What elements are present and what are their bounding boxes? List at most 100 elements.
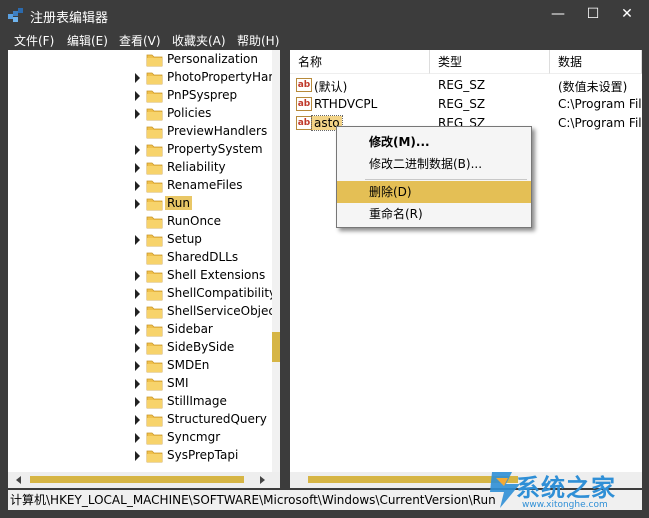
folder-icon (146, 360, 163, 373)
tree-item[interactable]: SharedDLLs (8, 249, 280, 267)
value-name: (默认) (314, 80, 348, 94)
minimize-button[interactable]: — (543, 2, 573, 26)
expand-arrow-icon[interactable] (135, 415, 140, 425)
expand-arrow-icon[interactable] (135, 199, 140, 209)
expand-arrow-icon[interactable] (135, 109, 140, 119)
tree-item-label: Shell Extensions (167, 268, 266, 282)
tree-item[interactable]: ShellCompatibility (8, 285, 280, 303)
pane-splitter[interactable] (280, 50, 290, 488)
scroll-left-arrow-icon[interactable] (16, 476, 21, 484)
tree-item-label: Sidebar (167, 322, 213, 336)
tree-vertical-scrollbar[interactable] (272, 50, 280, 472)
expand-arrow-icon[interactable] (135, 163, 140, 173)
tree-item[interactable]: SMI (8, 375, 280, 393)
tree-item-label: RenameFiles (167, 178, 243, 192)
expand-arrow-icon[interactable] (135, 361, 140, 371)
regedit-app-icon (8, 8, 23, 22)
menu-edit[interactable]: 编辑(E) (67, 32, 108, 49)
tree-item[interactable]: RenameFiles (8, 177, 280, 195)
folder-icon (146, 144, 163, 157)
menu-help[interactable]: 帮助(H) (237, 32, 279, 49)
value-row[interactable]: ab (默认) REG_SZ (数值未设置) (290, 76, 642, 95)
context-rename[interactable]: 重命名(R) (337, 203, 531, 225)
close-button[interactable]: ✕ (612, 2, 642, 26)
string-value-icon: ab (296, 97, 312, 111)
menu-file[interactable]: 文件(F) (14, 32, 54, 49)
expand-arrow-icon[interactable] (135, 433, 140, 443)
context-modify[interactable]: 修改(M)... (337, 131, 531, 153)
expand-arrow-icon[interactable] (135, 73, 140, 83)
context-separator (365, 179, 527, 180)
tree-item-label: Reliability (167, 160, 226, 174)
column-header-data[interactable]: 数据 (550, 50, 642, 74)
tree-item[interactable]: Sidebar (8, 321, 280, 339)
tree-vertical-scroll-thumb[interactable] (272, 332, 280, 362)
expand-arrow-icon[interactable] (135, 289, 140, 299)
expand-arrow-icon[interactable] (135, 379, 140, 389)
tree-item-label: RunOnce (167, 214, 222, 228)
expand-arrow-icon[interactable] (135, 307, 140, 317)
registry-editor-window: 注册表编辑器 — ☐ ✕ 文件(F) 编辑(E) 查看(V) 收藏夹(A) 帮助… (0, 0, 649, 518)
tree-item[interactable]: Syncmgr (8, 429, 280, 447)
tree-item[interactable]: PhotoPropertyHan (8, 69, 280, 87)
expand-arrow-icon[interactable] (135, 235, 140, 245)
value-row[interactable]: abRTHDVCPL REG_SZ C:\Program Files (290, 95, 642, 114)
tree-item[interactable]: Setup (8, 231, 280, 249)
expand-arrow-icon[interactable] (135, 181, 140, 191)
expand-arrow-icon[interactable] (135, 343, 140, 353)
tree-item[interactable]: Reliability (8, 159, 280, 177)
folder-icon (146, 288, 163, 301)
tree-item-label: SysPrepTapi (167, 448, 239, 462)
scroll-right-arrow-icon[interactable] (260, 476, 265, 484)
tree-item-label: PreviewHandlers (167, 124, 268, 138)
tree-item-label: Syncmgr (167, 430, 221, 444)
tree-item-label: Policies (167, 106, 212, 120)
tree-item[interactable]: Policies (8, 105, 280, 123)
tree-item[interactable]: PreviewHandlers (8, 123, 280, 141)
folder-icon (146, 396, 163, 409)
maximize-button[interactable]: ☐ (578, 2, 608, 26)
expand-arrow-icon[interactable] (135, 271, 140, 281)
tree-item[interactable]: SysPrepTapi (8, 447, 280, 465)
expand-arrow-icon[interactable] (135, 397, 140, 407)
folder-icon (146, 90, 163, 103)
main-content: Personalization PhotoPropertyHan PnPSyspre… (8, 50, 642, 488)
expand-arrow-icon[interactable] (135, 325, 140, 335)
tree-item-label: Setup (167, 232, 202, 246)
menu-view[interactable]: 查看(V) (119, 32, 161, 49)
tree-item[interactable]: Personalization (8, 51, 280, 69)
tree-item[interactable]: StructuredQuery (8, 411, 280, 429)
folder-icon (146, 72, 163, 85)
folder-icon (146, 252, 163, 265)
expand-arrow-icon[interactable] (135, 451, 140, 461)
tree-item[interactable]: StillImage (8, 393, 280, 411)
string-value-icon: ab (296, 78, 312, 92)
tree-item-label: SideBySide (167, 340, 235, 354)
tree-item[interactable]: SideBySide (8, 339, 280, 357)
expand-arrow-icon[interactable] (135, 145, 140, 155)
folder-icon (146, 450, 163, 463)
tree-item[interactable]: Run (8, 195, 280, 213)
key-tree[interactable]: Personalization PhotoPropertyHan PnPSyspre… (8, 50, 280, 472)
watermark-url: www.xitonghe.com (522, 500, 608, 510)
column-header-type[interactable]: 类型 (430, 50, 550, 74)
tree-item[interactable]: SMDEn (8, 357, 280, 375)
folder-icon (146, 270, 163, 283)
tree-item[interactable]: PropertySystem (8, 141, 280, 159)
context-modify-binary[interactable]: 修改二进制数据(B)... (337, 153, 531, 175)
folder-icon (146, 414, 163, 427)
context-delete[interactable]: 删除(D) (337, 181, 531, 203)
tree-item[interactable]: ShellServiceObjectI (8, 303, 280, 321)
value-data: (数值未设置) (558, 80, 628, 94)
folder-icon (146, 54, 163, 67)
tree-horizontal-scroll-thumb[interactable] (30, 476, 244, 483)
folder-icon (146, 162, 163, 175)
menu-favorites[interactable]: 收藏夹(A) (172, 32, 226, 49)
tree-item[interactable]: RunOnce (8, 213, 280, 231)
column-header-name[interactable]: 名称 (290, 50, 430, 74)
tree-item-label: Run (165, 196, 193, 210)
title-bar: 注册表编辑器 — ☐ ✕ (0, 0, 649, 30)
tree-item[interactable]: PnPSysprep (8, 87, 280, 105)
tree-item[interactable]: Shell Extensions (8, 267, 280, 285)
expand-arrow-icon[interactable] (135, 91, 140, 101)
